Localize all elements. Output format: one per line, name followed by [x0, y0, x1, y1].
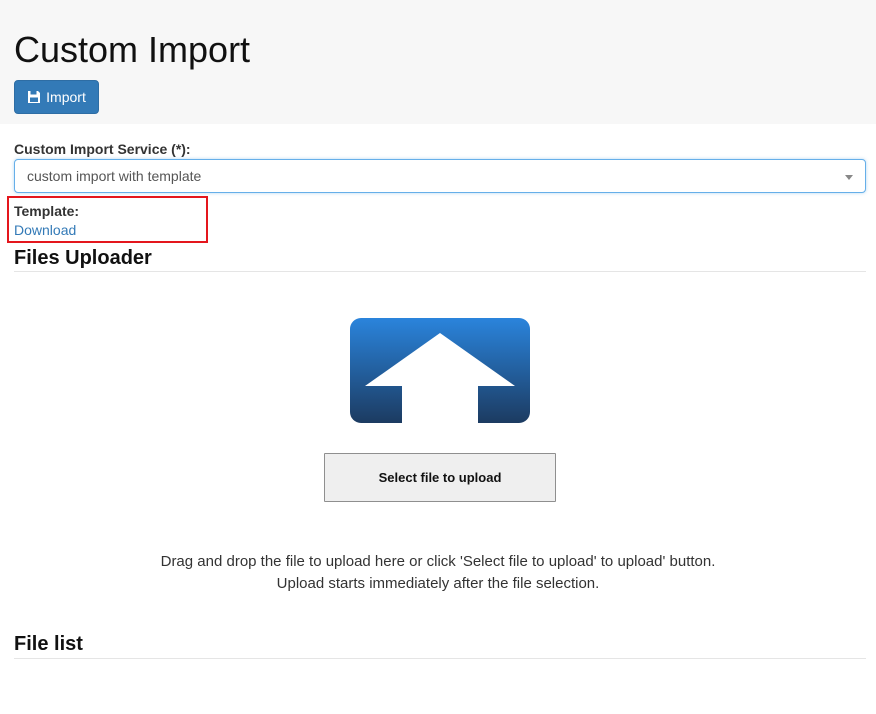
import-button-label: Import [46, 89, 86, 105]
floppy-disk-icon [28, 91, 41, 103]
page-header: Custom Import Import [0, 0, 876, 124]
chevron-down-icon [845, 175, 853, 180]
custom-import-service-value: custom import with template [27, 168, 202, 184]
upload-hint-line: Upload starts immediately after the file… [276, 575, 600, 592]
custom-import-service-select[interactable]: custom import with template [14, 159, 866, 193]
section-divider [14, 271, 866, 272]
file-list-title: File list [14, 633, 83, 655]
custom-import-service-label: Custom Import Service (*): [14, 141, 191, 157]
template-label: Template: [14, 203, 80, 219]
import-button[interactable]: Import [14, 80, 99, 114]
files-uploader-title: Files Uploader [14, 247, 152, 269]
upload-arrow-icon[interactable] [350, 318, 530, 423]
section-divider [14, 658, 866, 659]
template-download-link[interactable]: Download [14, 222, 76, 238]
select-file-button[interactable]: Select file to upload [324, 453, 556, 502]
page-title: Custom Import [14, 29, 251, 70]
upload-hint-line: Drag and drop the file to upload here or… [160, 553, 716, 570]
